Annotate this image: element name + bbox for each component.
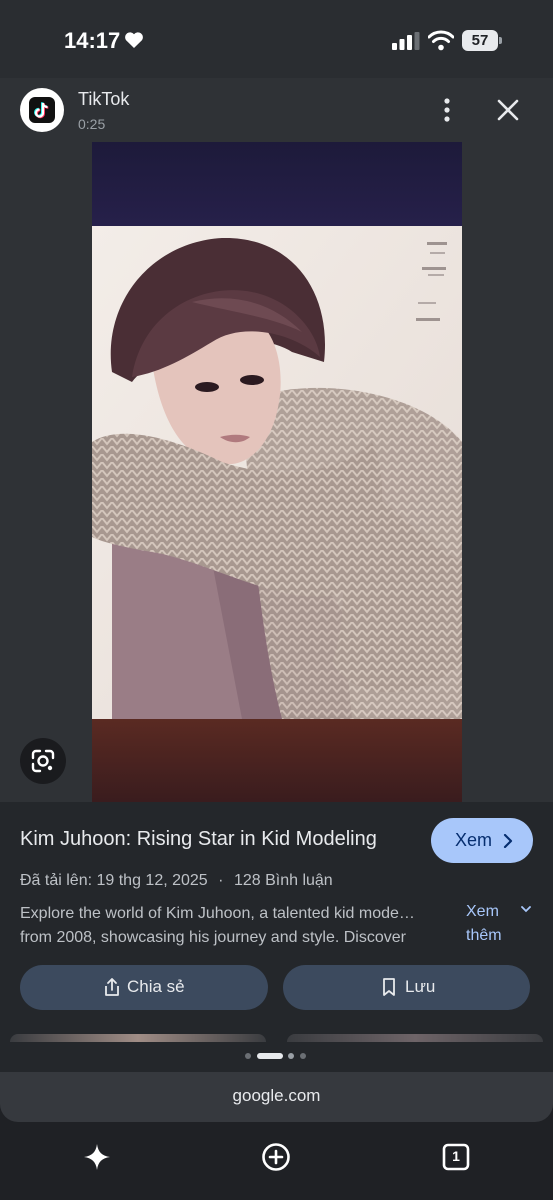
result-image[interactable] (92, 142, 462, 802)
meta-separator: · (218, 872, 224, 889)
upload-date: Đã tải lên: 19 thg 12, 2025 (20, 872, 208, 889)
status-bar: 14:17 57 (0, 0, 553, 78)
address-bar[interactable]: google.com (0, 1072, 553, 1122)
close-icon[interactable] (494, 96, 522, 124)
next-result-thumbnail[interactable] (287, 1034, 543, 1042)
add-circle-icon[interactable] (261, 1142, 291, 1172)
source-header[interactable]: TikTok 0:25 (0, 78, 553, 142)
battery-level: 57 (462, 30, 498, 51)
visit-button-label: Xem (455, 830, 493, 850)
battery-tip (499, 37, 502, 44)
bottom-toolbar: 1 (0, 1122, 553, 1200)
signal-icon (392, 32, 420, 50)
description-line-2: from 2008, showcasing his journey and st… (20, 929, 406, 946)
share-button[interactable]: Chia sẻ (20, 965, 268, 1010)
result-meta: Đã tải lên: 19 thg 12, 2025 · 128 Bình l… (20, 872, 333, 890)
comment-count: 128 Bình luận (233, 872, 333, 889)
status-time: 14:17 (64, 28, 121, 53)
google-lens-icon (31, 749, 55, 773)
sparkle-icon[interactable] (82, 1142, 112, 1172)
share-button-label: Chia sẻ (127, 977, 185, 996)
heart-icon (125, 32, 143, 48)
result-info-panel: Kim Juhoon: Rising Star in Kid Modeling … (0, 802, 553, 1072)
bookmark-icon (383, 978, 395, 996)
tab-count: 1 (452, 1148, 460, 1164)
share-icon (105, 978, 119, 996)
portrait-photo (92, 142, 462, 802)
wifi-icon (428, 30, 454, 51)
tiktok-note-icon (34, 102, 49, 119)
image-viewer: TikTok 0:25 (0, 78, 553, 802)
video-duration: 0:25 (78, 116, 106, 132)
page-indicator (245, 1053, 306, 1059)
url-text: google.com (232, 1086, 321, 1105)
google-lens-button[interactable] (20, 738, 66, 784)
chevron-right-icon (503, 834, 513, 848)
chevron-down-icon[interactable] (521, 905, 531, 913)
more-vert-icon[interactable] (434, 96, 460, 124)
save-button-label: Lưu (405, 977, 436, 996)
next-result-thumbnail[interactable] (10, 1034, 266, 1042)
tiktok-logo-icon (20, 88, 64, 132)
source-name: TikTok (78, 89, 130, 109)
description-line-1: Explore the world of Kim Juhoon, a talen… (20, 905, 415, 922)
battery-icon: 57 (462, 30, 502, 51)
visit-button[interactable]: Xem (431, 818, 533, 863)
tiktok-logo-mark (29, 97, 55, 123)
save-button[interactable]: Lưu (283, 965, 530, 1010)
result-description: Explore the world of Kim Juhoon, a talen… (20, 902, 462, 950)
tab-switcher-icon[interactable]: 1 (441, 1142, 471, 1172)
show-more-line-2: thêm (466, 927, 502, 944)
result-title[interactable]: Kim Juhoon: Rising Star in Kid Modeling (20, 828, 377, 851)
